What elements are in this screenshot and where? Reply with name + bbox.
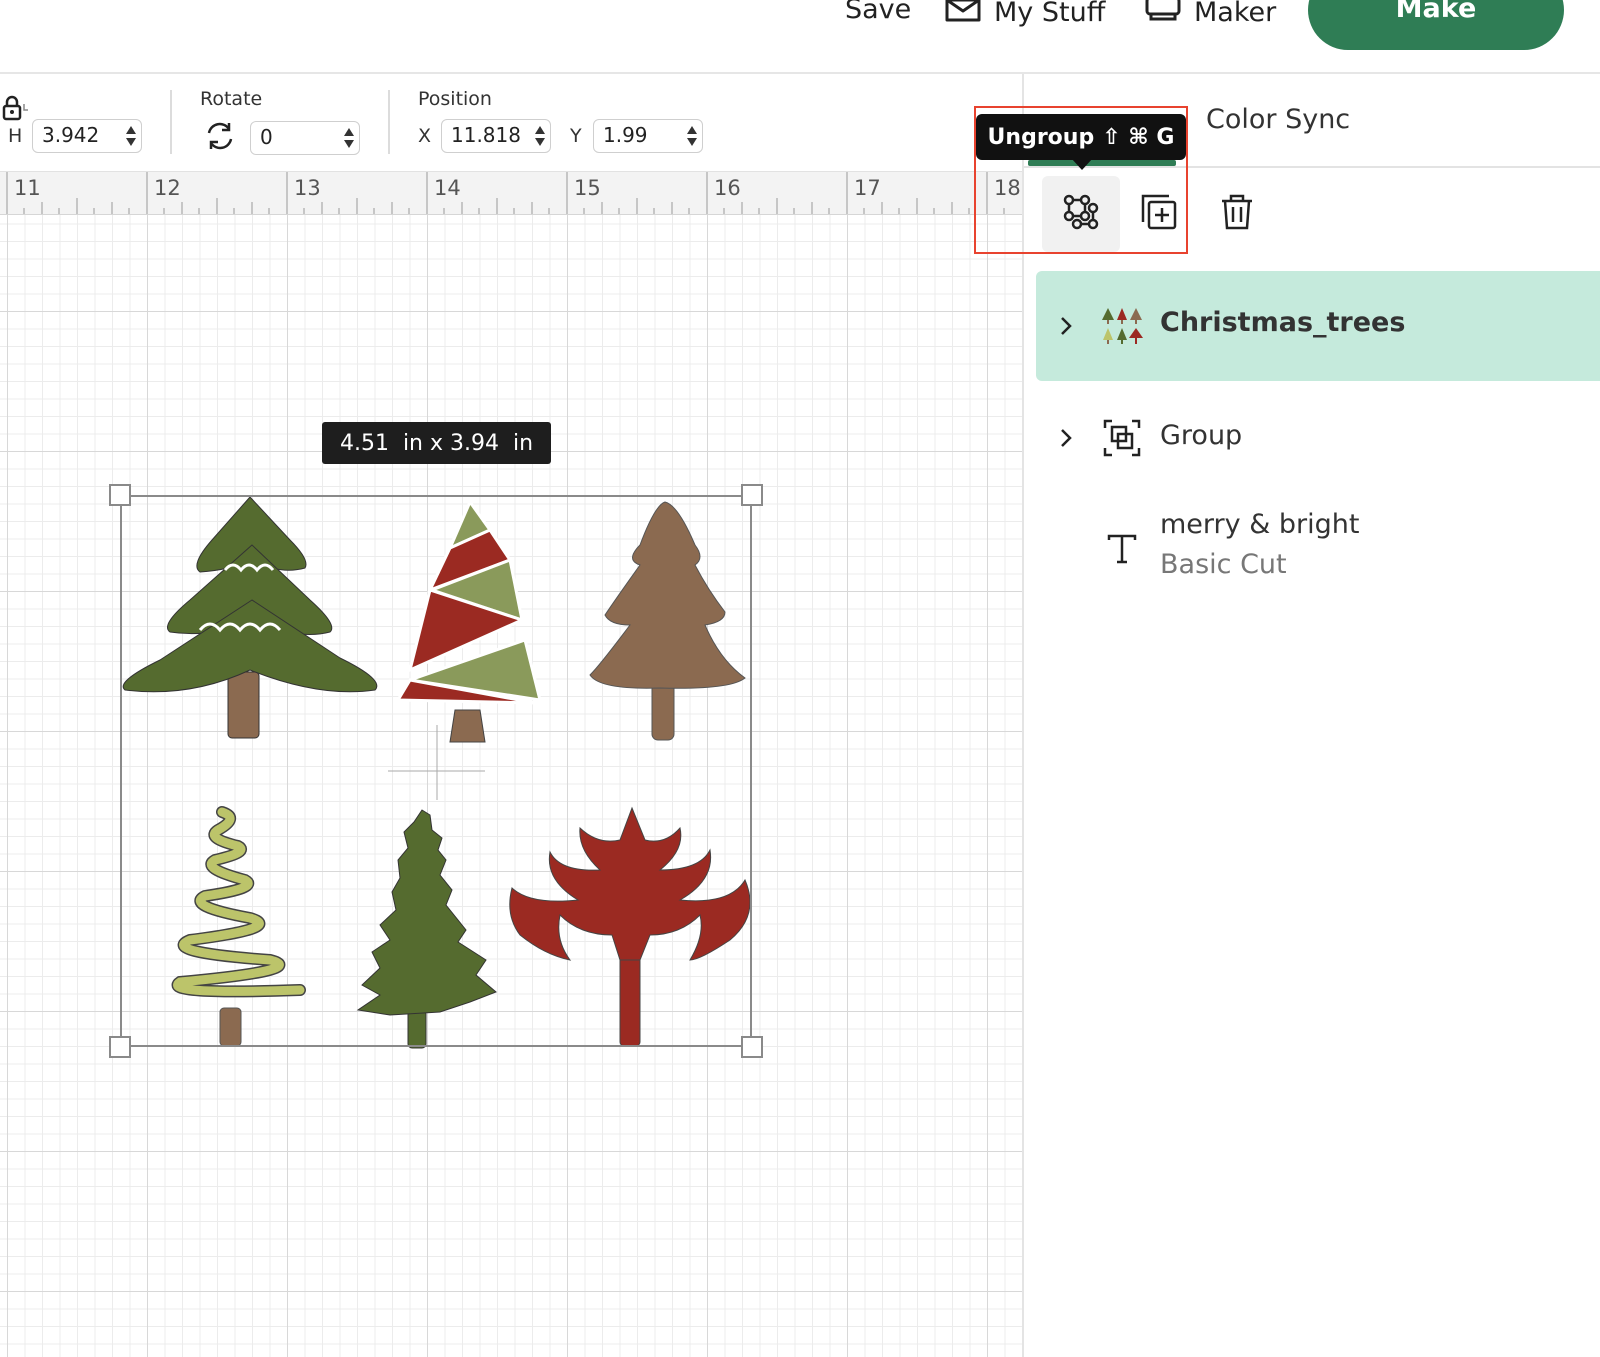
stepper-icon[interactable] (534, 124, 546, 148)
selection-box[interactable] (120, 495, 752, 1047)
ruler-label: 11 (14, 176, 41, 200)
position-y-input[interactable]: 1.99 (593, 119, 703, 153)
chevron-right-icon[interactable] (1058, 426, 1074, 450)
rotate-icon[interactable] (204, 121, 236, 155)
layer-group[interactable]: Group (1036, 396, 1600, 480)
separator (170, 90, 172, 154)
ruler-label: 13 (294, 176, 321, 200)
height-value: 3.942 (42, 123, 100, 147)
x-value: 11.818 (451, 123, 521, 147)
edit-toolbar: H 3.942 Rotate 0 Position X 11.818 Y 1.9… (0, 76, 1024, 170)
delete-button[interactable] (1198, 176, 1276, 252)
ruler-label: 17 (854, 176, 881, 200)
layer-name: Christmas_trees (1160, 307, 1406, 338)
h-label: H (8, 125, 23, 147)
maker-button[interactable]: Maker (1144, 0, 1276, 31)
make-button[interactable]: Make (1308, 0, 1564, 50)
tab-color-sync[interactable]: Color Sync (1206, 104, 1350, 135)
layer-christmas-trees[interactable]: Christmas_trees (1036, 271, 1600, 381)
top-bar: Save My Stuff Maker Make (0, 0, 1600, 74)
maker-label: Maker (1194, 0, 1277, 28)
layer-merry-bright[interactable]: merry & bright Basic Cut (1036, 505, 1600, 595)
rotate-input[interactable]: 0 (250, 121, 360, 155)
ruler-label: 14 (434, 176, 461, 200)
position-label: Position (418, 88, 492, 110)
save-label: Save (845, 0, 912, 25)
y-label: Y (570, 125, 582, 147)
lock-icon[interactable] (2, 94, 28, 126)
machine-icon (1144, 0, 1182, 31)
layers-panel (1024, 74, 1600, 1357)
inbox-icon (944, 0, 982, 31)
text-icon (1100, 527, 1144, 571)
x-label: X (418, 125, 432, 147)
ruler-label: 15 (574, 176, 601, 200)
trash-icon (1217, 192, 1257, 236)
layer-name: Group (1160, 420, 1243, 451)
ruler-label: 16 (714, 176, 741, 200)
chevron-right-icon[interactable] (1058, 314, 1074, 338)
resize-handle-bottom-right[interactable] (741, 1036, 763, 1058)
horizontal-ruler: 11 12 13 14 15 16 17 18 (0, 171, 1024, 215)
stepper-icon[interactable] (125, 124, 137, 148)
layer-name: merry & bright (1160, 509, 1360, 540)
rotate-value: 0 (260, 125, 273, 149)
height-input[interactable]: 3.942 (32, 119, 142, 153)
ruler-label: 12 (154, 176, 181, 200)
tooltip-label: Ungroup (987, 124, 1095, 150)
size-tooltip-text: 4.51 in x 3.94 in (339, 430, 534, 456)
position-x-input[interactable]: 11.818 (441, 119, 551, 153)
resize-handle-bottom-left[interactable] (109, 1036, 131, 1058)
group-icon (1100, 416, 1144, 460)
separator (388, 90, 390, 154)
my-stuff-button[interactable]: My Stuff (944, 0, 1105, 31)
layer-subtitle: Basic Cut (1160, 549, 1287, 580)
my-stuff-label: My Stuff (994, 0, 1106, 28)
christmas-trees-thumbnail-icon (1100, 304, 1144, 348)
size-tooltip: 4.51 in x 3.94 in (322, 422, 551, 464)
tooltip-arrow (1071, 158, 1093, 170)
rotate-label: Rotate (200, 88, 263, 110)
stepper-icon[interactable] (343, 126, 355, 150)
save-button[interactable]: Save (845, 0, 911, 25)
ungroup-tooltip: Ungroup ⇧ ⌘ G (976, 114, 1186, 160)
resize-handle-top-right[interactable] (741, 484, 763, 506)
resize-handle-top-left[interactable] (109, 484, 131, 506)
make-label: Make (1395, 0, 1477, 24)
y-value: 1.99 (603, 123, 648, 147)
stepper-icon[interactable] (686, 124, 698, 148)
tooltip-shortcut: ⇧ ⌘ G (1102, 124, 1175, 150)
